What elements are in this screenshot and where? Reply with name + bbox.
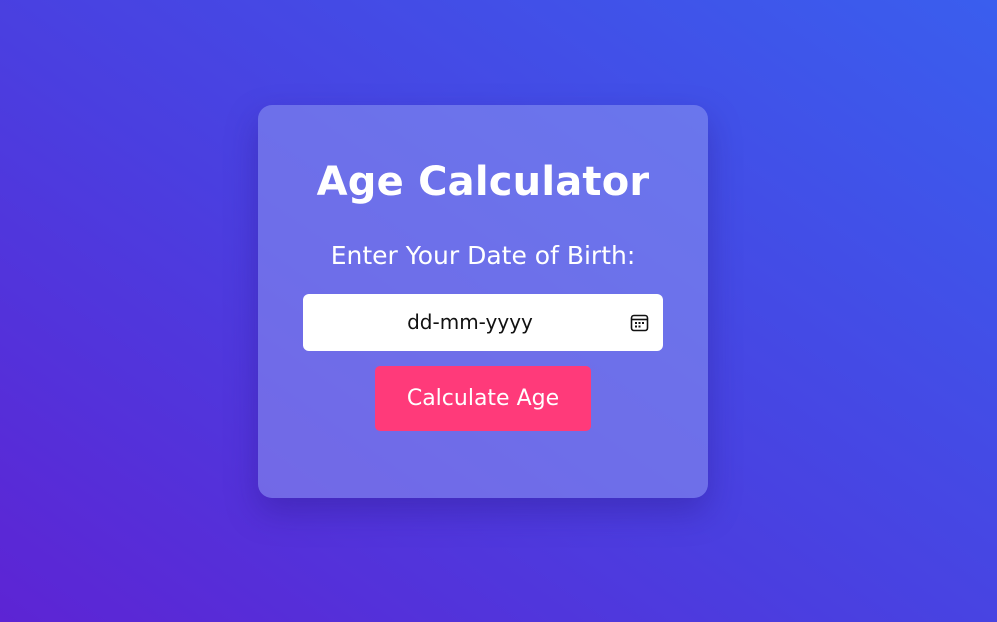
calculate-age-button[interactable]: Calculate Age [375, 366, 591, 431]
age-calculator-card: Age Calculator Enter Your Date of Birth:… [258, 105, 708, 498]
card-title: Age Calculator [316, 159, 650, 205]
date-of-birth-label: Enter Your Date of Birth: [330, 241, 636, 270]
calendar-icon[interactable] [630, 313, 649, 332]
date-of-birth-input[interactable]: dd-mm-yyyy [303, 294, 663, 351]
date-input-placeholder: dd-mm-yyyy [407, 310, 533, 334]
